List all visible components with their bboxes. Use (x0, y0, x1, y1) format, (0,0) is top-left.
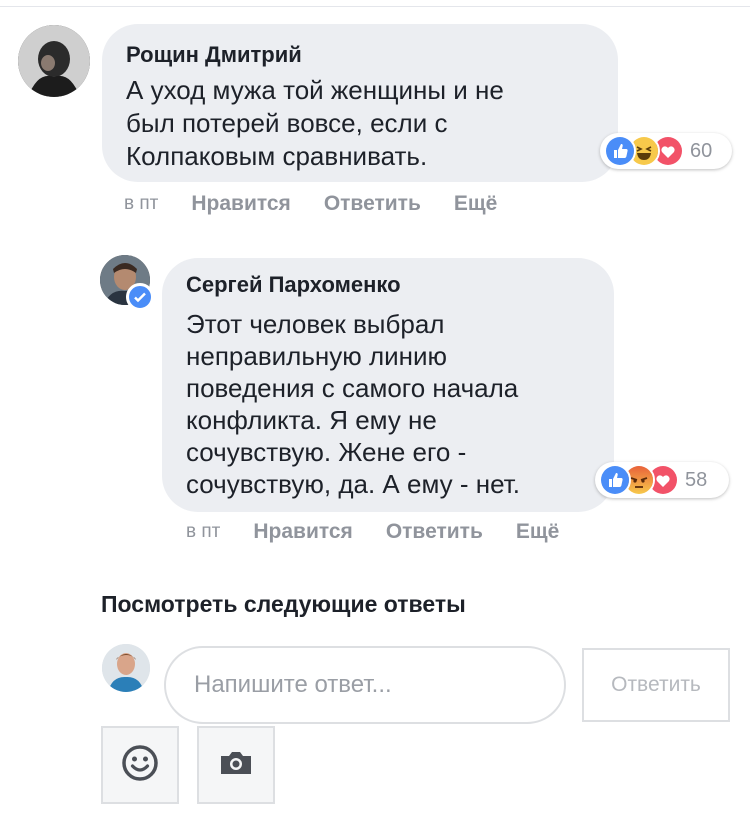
like-button[interactable]: Нравится (191, 192, 290, 216)
like-icon (604, 135, 636, 167)
timestamp[interactable]: в пт (186, 521, 220, 543)
reaction-count: 58 (685, 468, 708, 491)
reply-button[interactable]: Ответить (324, 192, 421, 216)
reply-input[interactable] (164, 646, 566, 724)
reply-button[interactable]: Ответить (386, 520, 483, 544)
verified-badge-icon (126, 283, 154, 311)
top-divider (0, 6, 750, 7)
like-button[interactable]: Нравится (253, 520, 352, 544)
submit-reply-button[interactable]: Ответить (582, 648, 730, 722)
view-more-replies-link[interactable]: Посмотреть следующие ответы (101, 591, 466, 618)
like-icon (599, 464, 631, 496)
smiley-icon (120, 743, 160, 788)
emoji-button[interactable] (101, 726, 179, 804)
avatar[interactable] (18, 25, 90, 97)
comment-author[interactable]: Рощин Дмитрий (126, 40, 594, 70)
photo-button[interactable] (197, 726, 275, 804)
comment-text: Этот человек выбрал неправильную линию п… (186, 309, 520, 499)
comment-bubble: Сергей Пархоменко Этот человек выбрал не… (162, 258, 614, 512)
timestamp[interactable]: в пт (124, 193, 158, 215)
comment-text: А уход мужа той женщины и не был потерей… (126, 75, 504, 171)
comment-bubble: Рощин Дмитрий А уход мужа той женщины и … (102, 24, 618, 182)
reaction-count: 60 (690, 139, 713, 162)
avatar (102, 644, 150, 692)
reaction-summary[interactable]: 58 (595, 462, 729, 498)
comment-actions: в пт Нравится Ответить Ещё (124, 192, 530, 216)
comment-actions: в пт Нравится Ответить Ещё (186, 520, 592, 544)
camera-icon (216, 743, 256, 788)
comment-author[interactable]: Сергей Пархоменко (186, 270, 590, 300)
more-button[interactable]: Ещё (516, 520, 559, 544)
reaction-summary[interactable]: 60 (600, 133, 732, 169)
more-button[interactable]: Ещё (454, 192, 497, 216)
